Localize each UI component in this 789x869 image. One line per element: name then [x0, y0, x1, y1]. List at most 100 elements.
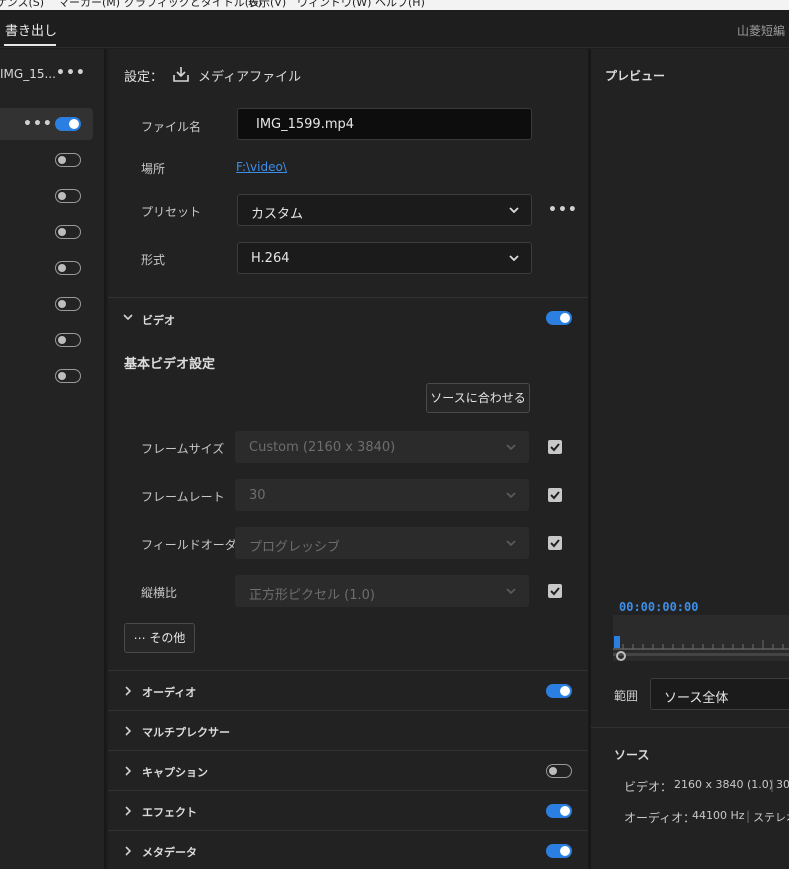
field-order-value: プログレッシブ: [249, 540, 341, 555]
chevron-right-icon[interactable]: [123, 686, 133, 696]
effects-section-title[interactable]: エフェクト: [142, 804, 197, 820]
video-toggle[interactable]: [546, 311, 572, 325]
export-icon: [172, 65, 190, 86]
frame-size-value: Custom (2160 x 3840): [249, 440, 396, 455]
in-point-handle[interactable]: [616, 651, 626, 661]
effects-toggle[interactable]: [546, 804, 572, 818]
chevron-right-icon[interactable]: [123, 806, 133, 816]
queue-panel: IMG_15... ••• •••: [0, 49, 106, 869]
preset-label: プリセット: [141, 205, 202, 219]
captions-section-title[interactable]: キャプション: [142, 764, 208, 780]
metadata-toggle[interactable]: [546, 844, 572, 858]
destination-toggle[interactable]: [55, 333, 81, 347]
destination-toggle[interactable]: [55, 153, 81, 167]
source-audio-value: 44100 Hz: [692, 809, 745, 822]
frame-size-select[interactable]: Custom (2160 x 3840): [235, 431, 529, 463]
multiplexer-section[interactable]: マルチプレクサー: [108, 710, 588, 750]
queue-more-icon[interactable]: •••: [56, 65, 86, 81]
audio-section-title[interactable]: オーディオ: [142, 684, 196, 700]
tab-bar: 書き出し 山菱短編: [0, 10, 789, 48]
frame-rate-select[interactable]: 30: [235, 479, 529, 511]
chevron-right-icon[interactable]: [123, 766, 133, 776]
metadata-section[interactable]: メタデータ: [108, 830, 588, 869]
menu-sequence[interactable]: ケンス(S): [0, 0, 44, 10]
chevron-down-icon: [506, 492, 516, 499]
basic-video-title: 基本ビデオ設定: [124, 357, 216, 372]
effects-section[interactable]: エフェクト: [108, 790, 588, 830]
destination-toggle[interactable]: [55, 117, 81, 131]
destination-toggle[interactable]: [55, 369, 81, 383]
filename-label: ファイル名: [141, 120, 202, 134]
video-section: ビデオ 基本ビデオ設定 ソースに合わせる フレームサイズ Custom (216…: [108, 297, 588, 670]
match-source-button[interactable]: ソースに合わせる: [426, 383, 530, 413]
preview-panel: プレビュー 00:00:00:00 範囲 ソース全体 ソース ビデオ： 2160…: [591, 49, 789, 869]
format-select[interactable]: H.264: [237, 242, 532, 274]
menu-window[interactable]: ウィンドウ(W): [297, 0, 371, 10]
chevron-right-icon[interactable]: [123, 726, 133, 736]
metadata-section-title[interactable]: メタデータ: [142, 844, 197, 860]
aspect-label: 縦横比: [141, 586, 178, 600]
queue-title[interactable]: IMG_15...: [0, 67, 56, 81]
source-audio-separator: |: [746, 809, 751, 823]
playhead[interactable]: [614, 636, 620, 648]
settings-header-label: 設定：: [124, 70, 164, 85]
video-section-title[interactable]: ビデオ: [142, 312, 175, 328]
chevron-down-icon: [506, 444, 516, 451]
destination-toggle[interactable]: [55, 261, 81, 275]
field-order-label: フィールドオーダー: [141, 538, 249, 552]
source-video-label: ビデオ：: [624, 780, 673, 794]
range-label: 範囲: [614, 689, 639, 703]
more-button[interactable]: ⋯ その他: [124, 623, 195, 653]
filename-input[interactable]: IMG_1599.mp4: [237, 108, 532, 140]
chevron-right-icon[interactable]: [123, 846, 133, 856]
settings-destination: メディアファイル: [198, 70, 302, 85]
destination-toggle[interactable]: [55, 225, 81, 239]
more-button-label: その他: [149, 631, 186, 645]
preset-select[interactable]: カスタム: [237, 194, 532, 226]
chevron-down-icon: [509, 207, 519, 214]
range-select[interactable]: ソース全体: [650, 678, 789, 710]
multiplexer-section-title[interactable]: マルチプレクサー: [142, 724, 230, 740]
menu-view[interactable]: 表示(V): [248, 0, 286, 10]
filename-value[interactable]: IMG_1599.mp4: [256, 117, 354, 132]
menu-help[interactable]: ヘルプ(H): [375, 0, 425, 10]
captions-section[interactable]: キャプション: [108, 750, 588, 790]
destination-toggle[interactable]: [55, 297, 81, 311]
source-video-value: 2160 x 3840 (1.0): [674, 778, 774, 791]
frame-size-checkbox[interactable]: [548, 440, 562, 454]
audio-toggle[interactable]: [546, 684, 572, 698]
menu-graphics[interactable]: グラフィックとタイトル(G): [124, 0, 262, 10]
field-order-select[interactable]: プログレッシブ: [235, 527, 529, 559]
aspect-select[interactable]: 正方形ピクセル (1.0): [235, 575, 529, 607]
destination-toggle[interactable]: [55, 189, 81, 203]
timecode[interactable]: 00:00:00:00: [619, 600, 698, 614]
captions-toggle[interactable]: [546, 764, 572, 778]
location-link[interactable]: F:\video\: [236, 160, 287, 174]
location-label: 場所: [141, 162, 166, 176]
source-title: ソース: [614, 748, 650, 762]
timeline-ruler[interactable]: [613, 615, 789, 661]
preset-more-icon[interactable]: •••: [548, 202, 578, 218]
more-dots-icon: ⋯: [133, 631, 150, 645]
source-audio-label: オーディオ：: [624, 811, 696, 825]
range-value: ソース全体: [664, 691, 729, 706]
frame-rate-value: 30: [249, 488, 266, 503]
aspect-checkbox[interactable]: [548, 584, 562, 598]
frame-rate-label: フレームレート: [141, 490, 225, 504]
project-name[interactable]: 山菱短編: [737, 22, 785, 39]
format-label: 形式: [141, 253, 166, 267]
menu-marker[interactable]: マーカー(M): [58, 0, 120, 10]
chevron-down-icon: [506, 540, 516, 547]
chevron-down-icon[interactable]: [123, 312, 133, 322]
audio-section[interactable]: オーディオ: [108, 670, 588, 710]
tab-export[interactable]: 書き出し: [5, 20, 57, 39]
field-order-checkbox[interactable]: [548, 536, 562, 550]
destination-more-icon[interactable]: •••: [23, 116, 53, 132]
frame-rate-checkbox[interactable]: [548, 488, 562, 502]
source-audio-extra: ステレオ: [753, 811, 789, 824]
preview-title: プレビュー: [605, 69, 666, 83]
settings-panel: 設定： メディアファイル ファイル名 IMG_1599.mp4 場所 F:\vi…: [108, 49, 588, 869]
format-value: H.264: [251, 251, 290, 266]
chevron-down-icon: [509, 255, 519, 262]
tab-active-indicator: [4, 44, 56, 46]
